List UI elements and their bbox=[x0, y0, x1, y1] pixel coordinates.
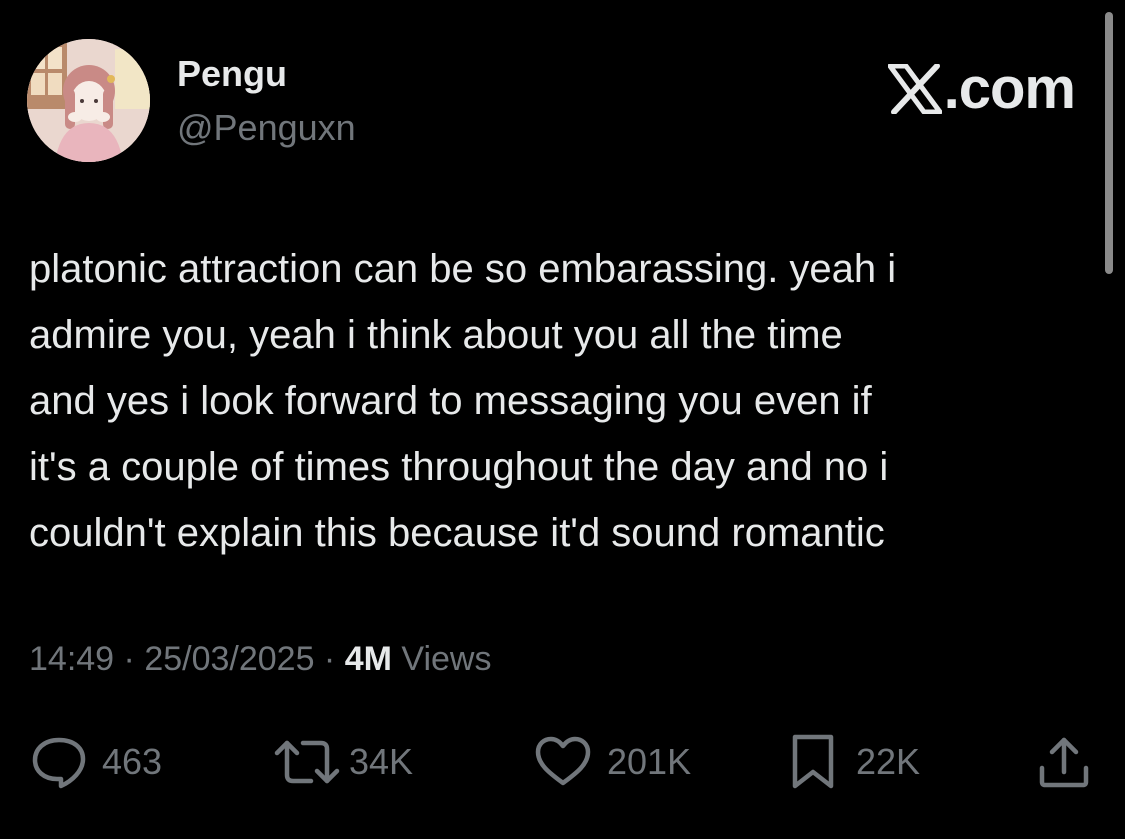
x-logo-icon bbox=[887, 64, 942, 114]
action-bar: 463 34K 201K 22K bbox=[0, 732, 1125, 792]
avatar-illustration bbox=[27, 39, 150, 162]
reply-icon bbox=[32, 737, 86, 789]
author-display-name[interactable]: Pengu bbox=[177, 56, 287, 92]
tweet-time[interactable]: 14:49 bbox=[29, 640, 114, 678]
like-icon bbox=[535, 736, 591, 786]
tweet-meta: 14:49 · 25/03/2025 · 4M Views bbox=[29, 642, 491, 676]
repost-count: 34K bbox=[349, 741, 414, 782]
share-button[interactable] bbox=[1036, 732, 1092, 792]
scrollbar-thumb[interactable] bbox=[1105, 12, 1113, 274]
meta-separator: · bbox=[314, 640, 345, 678]
like-count: 201K bbox=[607, 741, 692, 782]
views-label: Views bbox=[391, 640, 492, 678]
bookmark-icon bbox=[792, 734, 834, 789]
reply-count: 463 bbox=[102, 741, 163, 782]
bookmark-count: 22K bbox=[856, 741, 921, 782]
brand-domain: .com bbox=[943, 56, 1076, 121]
share-icon bbox=[1039, 737, 1089, 788]
author-handle[interactable]: @Penguxn bbox=[177, 110, 356, 146]
repost-icon bbox=[274, 740, 340, 784]
meta-separator: · bbox=[114, 640, 145, 678]
avatar[interactable] bbox=[27, 39, 150, 162]
views-count[interactable]: 4M bbox=[345, 640, 392, 678]
bookmark-button[interactable]: 22K bbox=[790, 732, 920, 792]
repost-button[interactable]: 34K bbox=[273, 732, 413, 792]
tweet-text: platonic attraction can be so embarassin… bbox=[29, 247, 897, 555]
like-button[interactable]: 201K bbox=[533, 732, 691, 792]
brand-watermark: .com bbox=[887, 56, 1076, 121]
reply-button[interactable]: 463 bbox=[30, 732, 162, 792]
tweet-date[interactable]: 25/03/2025 bbox=[144, 640, 314, 678]
